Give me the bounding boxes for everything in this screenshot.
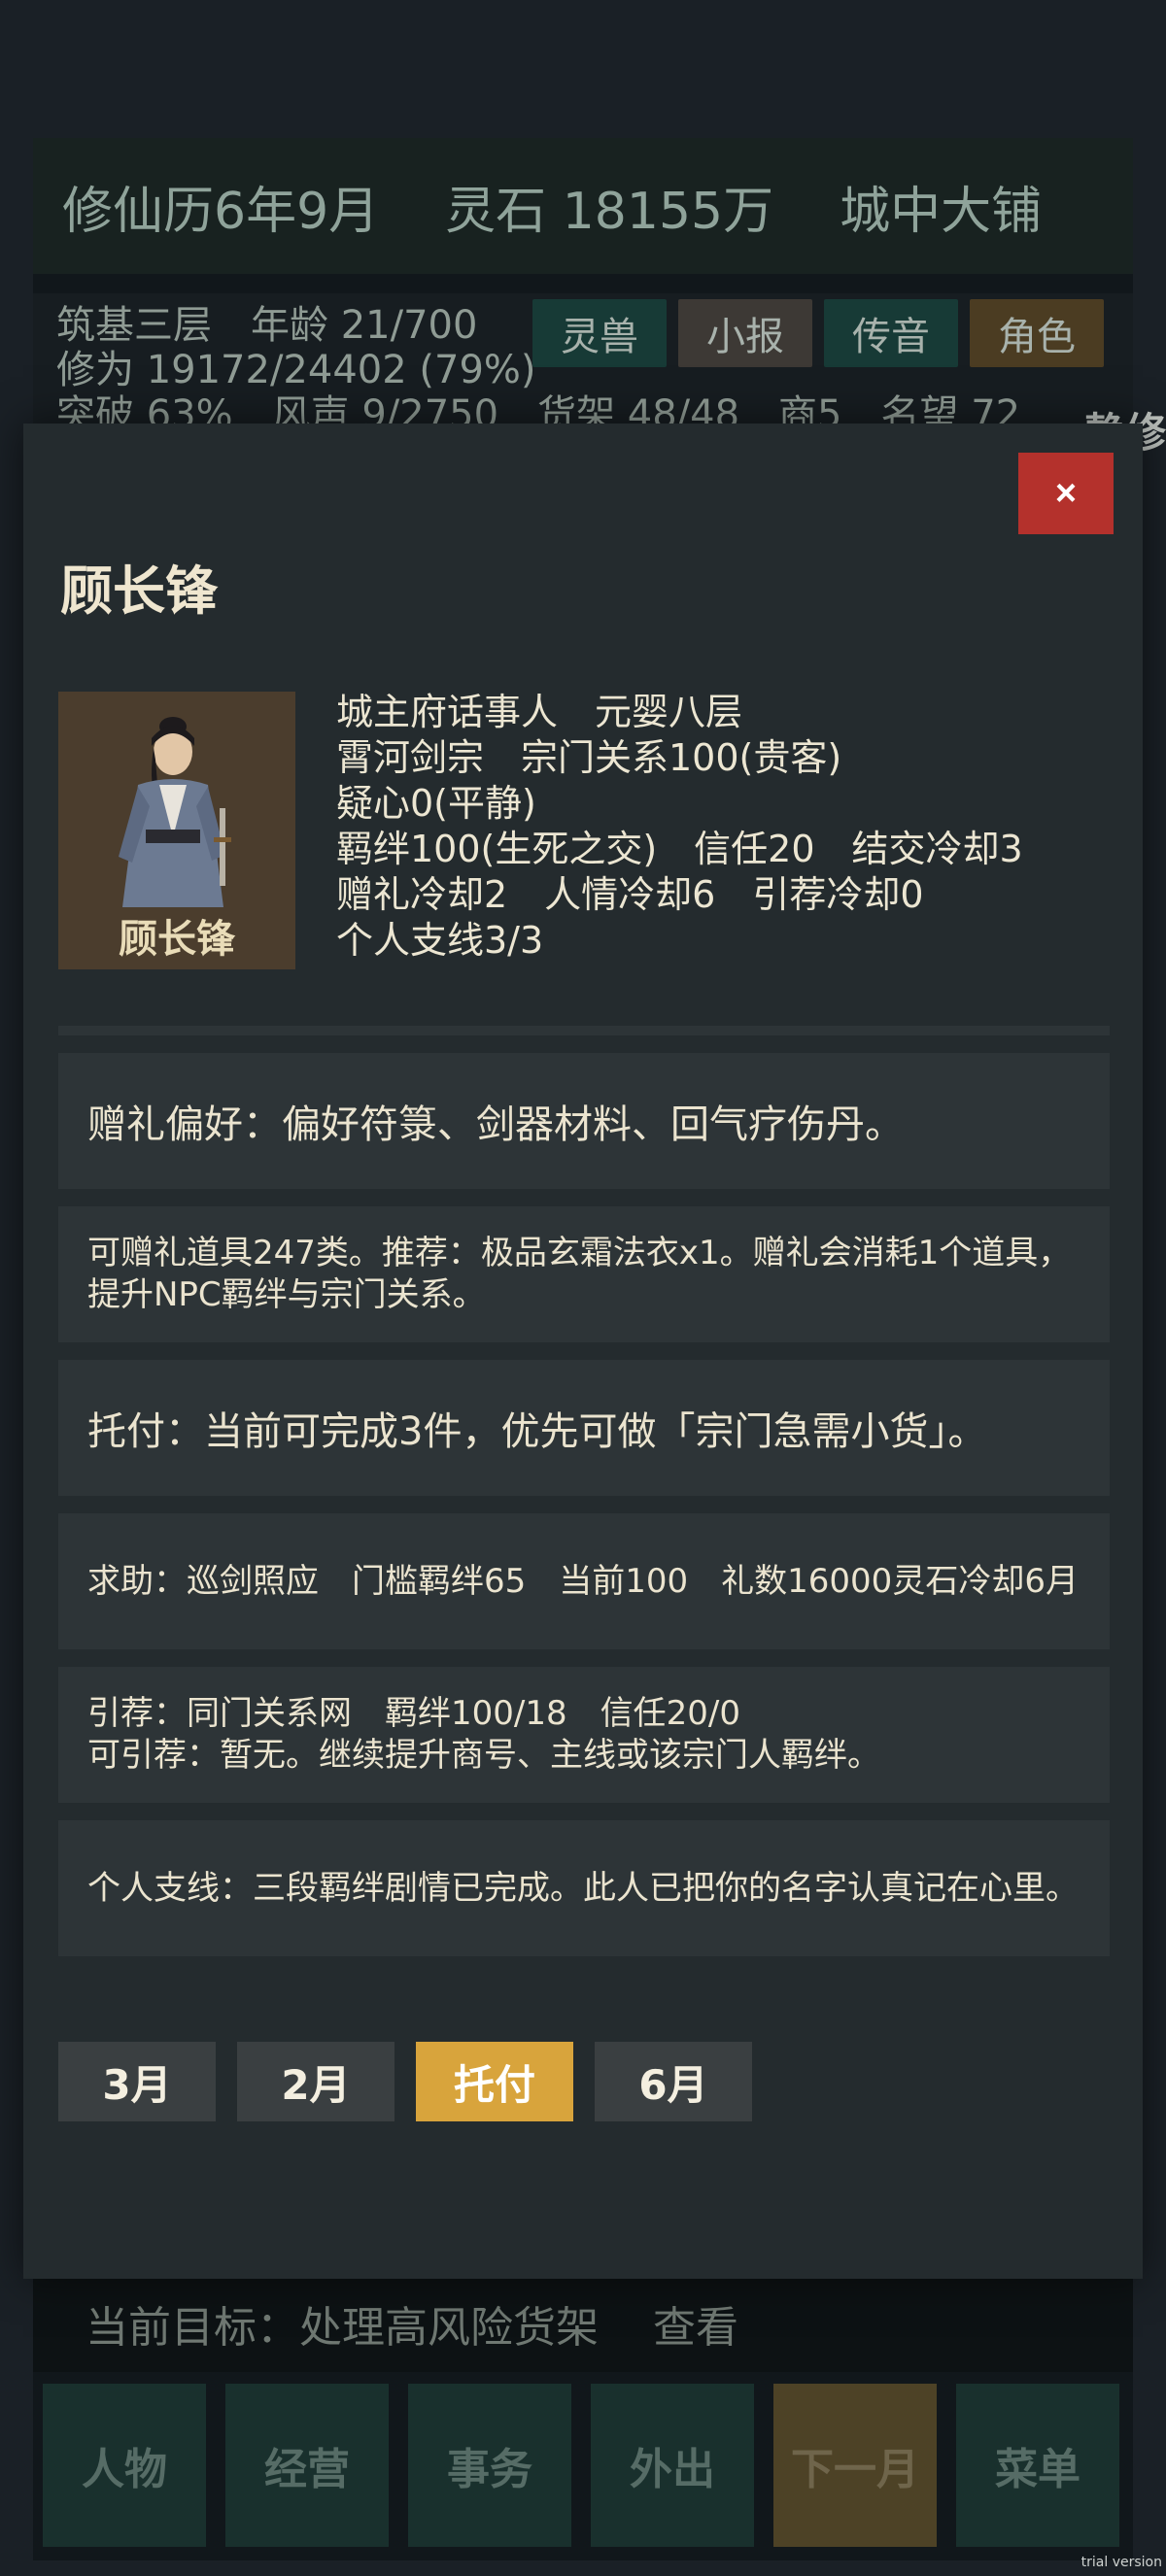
npc-info-line: 疑心0(平静) [336, 782, 536, 825]
recommend-line-2: 可引荐：暂无。继续提升商号、主线或该宗门人羁绊。 [87, 1736, 880, 1775]
tab-help-cooldown[interactable]: 6月 [595, 2042, 752, 2121]
gift-items-text: 可赠礼道具247类。推荐：极品玄霜法衣x1。赠礼会消耗1个道具，提升NPC羁绊与… [87, 1234, 1072, 1314]
npc-info-line: 霄河剑宗 宗门关系100(贵客) [336, 736, 842, 779]
top-status-bar: 修仙历6年9月 灵石 18155万 城中大铺 [33, 138, 1133, 274]
npc-info-line: 赠礼冷却2 人情冷却6 引荐冷却0 [336, 873, 924, 916]
role-button[interactable]: 角色 [970, 299, 1104, 367]
quick-buttons: 灵兽 小报 传音 角色 [532, 299, 1104, 367]
nav-outing[interactable]: 外出 [591, 2384, 754, 2547]
section-divider [58, 1026, 1110, 1035]
recommend-card[interactable]: 引荐：同门关系网 羁绊100/18 信任20/0 可引荐：暂无。继续提升商号、主… [58, 1667, 1110, 1803]
npc-detail-modal: × 顾长锋 顾长锋 城主府话事人 元婴八层 霄河剑宗 宗门关系100(贵客) 疑… [23, 424, 1143, 2279]
nav-menu[interactable]: 菜单 [956, 2384, 1119, 2547]
recommend-line-1: 引荐：同门关系网 羁绊100/18 信任20/0 [87, 1694, 740, 1733]
current-goal-bar: 当前目标：处理高风险货架 查看 [33, 2275, 1133, 2372]
spirit-stone-count: 灵石 18155万 [445, 182, 774, 241]
goal-view-link[interactable]: 查看 [653, 2292, 738, 2355]
gift-items-card[interactable]: 可赠礼道具247类。推荐：极品玄霜法衣x1。赠礼会消耗1个道具，提升NPC羁绊与… [58, 1206, 1110, 1342]
close-button[interactable]: × [1018, 453, 1114, 534]
spirit-beast-button[interactable]: 灵兽 [532, 299, 667, 367]
npc-name-title: 顾长锋 [60, 560, 218, 622]
entrust-card[interactable]: 托付：当前可完成3件，优先可做「宗门急需小货」。 [58, 1360, 1110, 1496]
gift-preference-card: 赠礼偏好：偏好符箓、剑器材料、回气疗伤丹。 [58, 1053, 1110, 1189]
branch-story-text: 个人支线：三段羁绊剧情已完成。此人已把你的名字认真记在心里。 [87, 1868, 1079, 1908]
goal-label: 当前目标：处理高风险货架 [86, 2303, 599, 2353]
nav-next-month[interactable]: 下一月 [773, 2384, 937, 2547]
help-card[interactable]: 求助：巡剑照应 门槛羁绊65 当前100 礼数16000灵石冷却6月 [58, 1513, 1110, 1649]
news-button[interactable]: 小报 [678, 299, 812, 367]
nav-business[interactable]: 经营 [225, 2384, 389, 2547]
nav-affairs[interactable]: 事务 [408, 2384, 571, 2547]
trial-watermark: trial version [1080, 2555, 1162, 2570]
help-text: 求助：巡剑照应 门槛羁绊65 当前100 礼数16000灵石冷却6月 [87, 1561, 1079, 1601]
message-button[interactable]: 传音 [824, 299, 958, 367]
calendar-date: 修仙历6年9月 [62, 182, 380, 241]
action-tabs: 3月 2月 托付 6月 [58, 2042, 752, 2121]
portrait-caption: 顾长锋 [119, 917, 235, 962]
npc-portrait: 顾长锋 [58, 692, 295, 969]
tab-gift-cooldown[interactable]: 3月 [58, 2042, 216, 2121]
npc-info-line: 城主府话事人 元婴八层 [336, 691, 743, 733]
npc-info: 城主府话事人 元婴八层 霄河剑宗 宗门关系100(贵客) 疑心0(平静) 羁绊1… [336, 690, 1023, 964]
npc-info-line: 个人支线3/3 [336, 919, 544, 962]
shop-name: 城中大铺 [840, 182, 1043, 241]
tab-favor-cooldown[interactable]: 2月 [237, 2042, 394, 2121]
nav-character[interactable]: 人物 [43, 2384, 206, 2547]
bottom-nav: 人物 经营 事务 外出 下一月 菜单 [43, 2384, 1119, 2547]
branch-story-card[interactable]: 个人支线：三段羁绊剧情已完成。此人已把你的名字认真记在心里。 [58, 1820, 1110, 1956]
entrust-text: 托付：当前可完成3件，优先可做「宗门急需小货」。 [87, 1409, 987, 1454]
tab-entrust[interactable]: 托付 [416, 2042, 573, 2121]
npc-info-line: 羁绊100(生死之交) 信任20 结交冷却3 [336, 828, 1023, 870]
gift-preference-text: 赠礼偏好：偏好符箓、剑器材料、回气疗伤丹。 [87, 1102, 904, 1147]
